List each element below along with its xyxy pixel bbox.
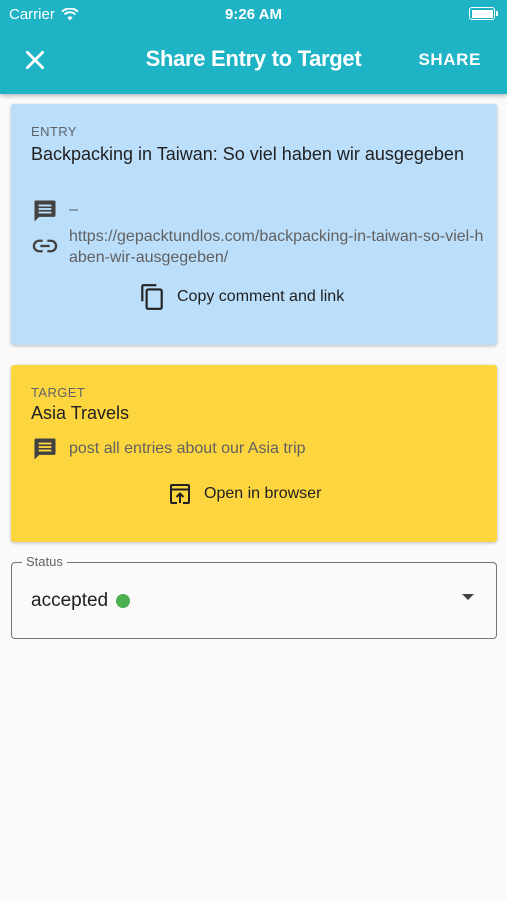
target-title: Asia Travels	[31, 403, 130, 423]
entry-comment: –	[69, 201, 78, 218]
copy-icon	[141, 284, 163, 310]
close-icon[interactable]	[22, 47, 48, 73]
link-icon	[32, 239, 58, 253]
battery-icon	[469, 7, 498, 20]
dropdown-arrow-icon[interactable]	[462, 594, 474, 600]
status-value-row: accepted	[31, 590, 131, 612]
comment-icon	[34, 438, 56, 460]
open-in-browser-icon	[170, 484, 190, 504]
status-bar: Carrier 9:26 AM	[0, 0, 507, 28]
status-time: 9:26 AM	[225, 6, 282, 23]
copy-comment-link-button[interactable]: Copy comment and link	[139, 283, 344, 311]
target-card: TARGET Asia Travels post all entries abo…	[11, 365, 497, 542]
open-in-browser-label: Open in browser	[204, 485, 322, 502]
status-label: Status	[22, 554, 67, 569]
status-indicator-dot	[116, 594, 131, 608]
status-value: accepted	[31, 590, 109, 611]
comment-icon	[34, 200, 56, 222]
status-dropdown[interactable]: Status accepted	[11, 554, 497, 639]
app-bar: Carrier 9:26 AM Share Entry to Target SH…	[0, 0, 507, 94]
entry-overline: ENTRY	[31, 124, 77, 139]
entry-title: Backpacking in Taiwan: So viel haben wir…	[31, 144, 464, 164]
target-comment: post all entries about our Asia trip	[69, 440, 306, 457]
entry-card: ENTRY Backpacking in Taiwan: So viel hab…	[11, 104, 497, 345]
open-in-browser-button[interactable]: Open in browser	[168, 482, 321, 506]
entry-link[interactable]: https://gepacktundlos.com/backpacking-in…	[69, 226, 484, 268]
copy-comment-link-label: Copy comment and link	[177, 288, 345, 305]
share-button[interactable]: SHARE	[418, 50, 481, 70]
target-overline: TARGET	[31, 385, 86, 400]
